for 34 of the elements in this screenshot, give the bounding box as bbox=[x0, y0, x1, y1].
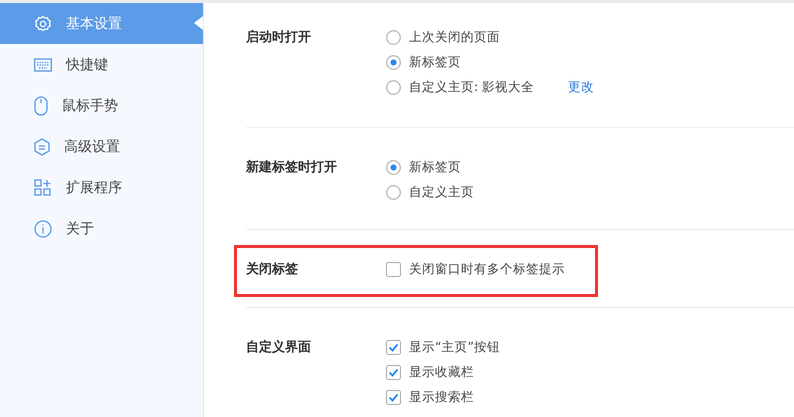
section-label: 关闭标签 bbox=[246, 260, 299, 279]
option-label: 自定义主页 bbox=[409, 184, 474, 201]
option-label: 上次关闭的页面 bbox=[409, 29, 500, 46]
checkbox[interactable] bbox=[386, 340, 401, 355]
section-label: 新建标签时打开 bbox=[246, 158, 338, 177]
option-label: 新标签页 bbox=[409, 159, 461, 176]
sidebar-item[interactable]: 快捷键 bbox=[0, 44, 203, 85]
shield-icon bbox=[34, 138, 50, 156]
option-label: 新标签页 bbox=[409, 54, 461, 71]
radio-button[interactable] bbox=[386, 30, 401, 45]
gear-icon bbox=[34, 14, 52, 32]
option-label: 显示搜索栏 bbox=[409, 389, 474, 406]
option-label: 显示“主页”按钮 bbox=[409, 339, 500, 356]
sidebar-item[interactable]: 关于 bbox=[0, 208, 203, 249]
sidebar-item[interactable]: 高级设置 bbox=[0, 126, 203, 167]
sidebar-item[interactable]: 扩展程序 bbox=[0, 167, 203, 208]
option-label: 显示收藏栏 bbox=[409, 364, 474, 381]
section-label: 自定义界面 bbox=[246, 338, 312, 357]
section-label: 启动时打开 bbox=[246, 28, 312, 47]
sidebar-item[interactable]: 鼠标手势 bbox=[0, 85, 203, 126]
radio-button[interactable] bbox=[386, 55, 401, 70]
checkbox[interactable] bbox=[386, 262, 401, 277]
info-icon bbox=[34, 220, 52, 238]
change-link[interactable]: 更改 bbox=[568, 79, 594, 96]
checkbox[interactable] bbox=[386, 390, 401, 405]
extensions-icon bbox=[34, 178, 52, 196]
mouse-icon bbox=[34, 96, 48, 116]
radio-button[interactable] bbox=[386, 185, 401, 200]
option-label: 自定义主页: 影视大全 bbox=[409, 79, 534, 96]
checkbox[interactable] bbox=[386, 365, 401, 380]
option-label: 关闭窗口时有多个标签提示 bbox=[409, 261, 565, 278]
keyboard-icon bbox=[34, 58, 52, 72]
radio-button[interactable] bbox=[386, 160, 401, 175]
radio-button[interactable] bbox=[386, 80, 401, 95]
